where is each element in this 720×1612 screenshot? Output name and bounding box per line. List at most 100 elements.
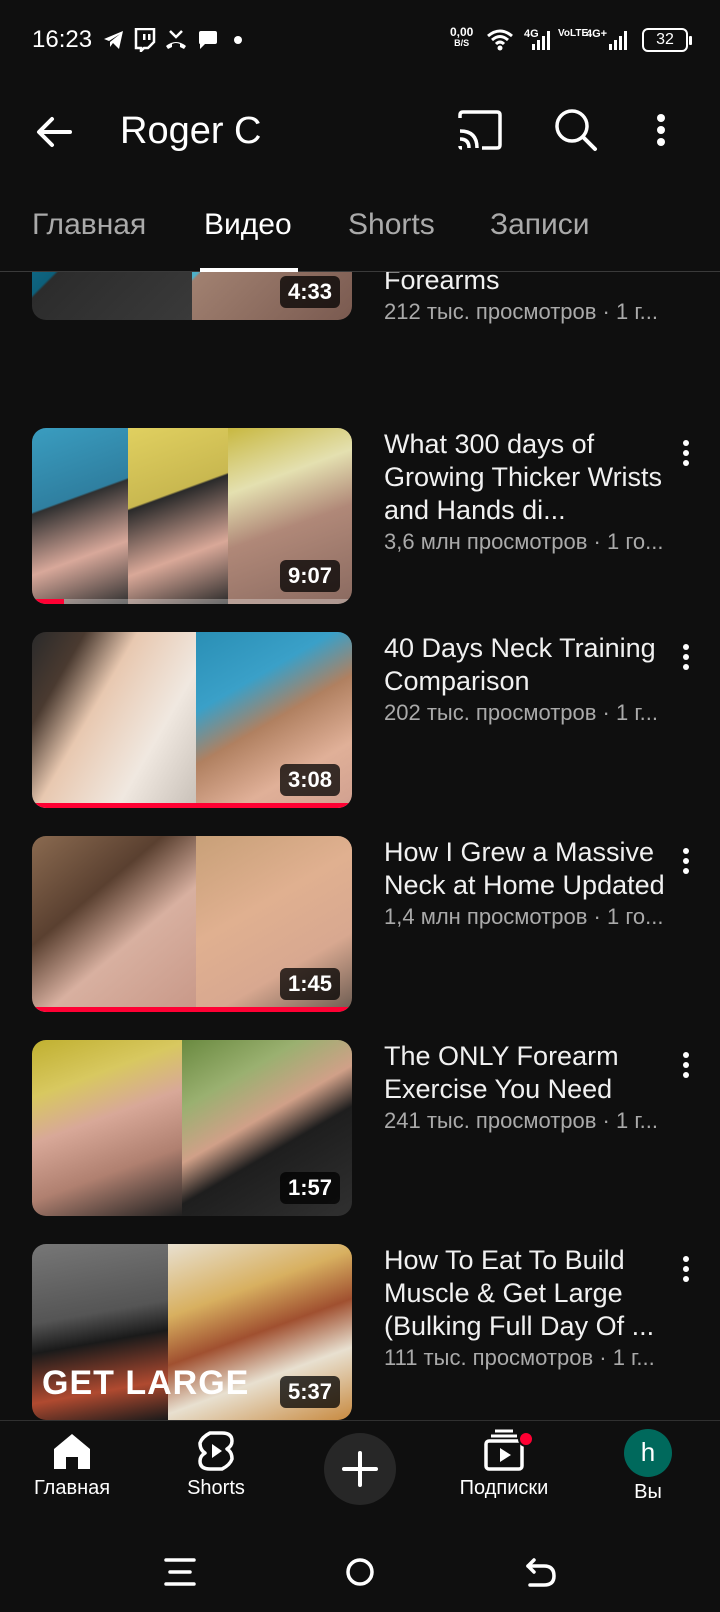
thumbnail-image [32, 1040, 182, 1216]
channel-app-bar: Roger C [0, 80, 720, 180]
video-thumbnail[interactable]: 1:57 [32, 1040, 352, 1216]
status-bar: 16:23 0,00 B/S 4G VoLTE 4G+ 32 [0, 0, 720, 80]
video-title[interactable]: How I Grew a Massive Neck at Home Update… [384, 836, 686, 902]
nav-shorts-label: Shorts [187, 1477, 245, 1499]
video-duration: 3:08 [279, 764, 340, 796]
list-item[interactable]: 9:07 What 300 days of Growing Thicker Wr… [0, 428, 720, 608]
video-info[interactable]: What 300 days of Growing Thicker Wrists … [384, 428, 686, 555]
list-item[interactable]: GET LARGE 5:37 How To Eat To Build Muscl… [0, 1244, 720, 1420]
video-info[interactable]: 40 Days Neck Training Comparison 202 тыс… [384, 632, 686, 726]
video-duration: 5:37 [279, 1376, 340, 1408]
thumbnail-image [32, 272, 192, 320]
subscriptions-icon-wrap [444, 1429, 564, 1473]
net-speed: 0,00 B/S [450, 26, 473, 48]
telegram-icon [102, 28, 126, 52]
volte-label: VoLTE [558, 28, 589, 39]
list-item[interactable]: 1:57 The ONLY Forearm Exercise You Need … [0, 1040, 720, 1220]
back-icon[interactable] [520, 1552, 560, 1597]
tab-posts[interactable]: Записи [490, 208, 590, 242]
nav-home-label: Главная [33, 1477, 111, 1499]
watch-progress [32, 1007, 352, 1012]
video-thumbnail[interactable]: 4:33 [32, 272, 352, 320]
more-vert-icon[interactable] [674, 640, 698, 674]
video-info[interactable]: Forearms 212 тыс. просмотров · 1 г... [384, 272, 686, 325]
video-thumbnail[interactable]: 1:45 [32, 836, 352, 1012]
plus-icon [342, 1451, 378, 1487]
more-vert-icon[interactable] [646, 104, 676, 156]
video-thumbnail[interactable]: 9:07 [32, 428, 352, 604]
chat-icon [196, 28, 220, 52]
notification-badge [518, 1431, 534, 1447]
thumbnail-image [32, 632, 196, 808]
avatar: h [624, 1429, 672, 1477]
video-title[interactable]: How To Eat To Build Muscle & Get Large (… [384, 1244, 686, 1343]
video-meta: 202 тыс. просмотров · 1 г... [384, 700, 659, 725]
recents-icon[interactable] [160, 1552, 200, 1597]
video-thumbnail[interactable]: GET LARGE 5:37 [32, 1244, 352, 1420]
more-vert-icon[interactable] [674, 1048, 698, 1082]
video-info[interactable]: How I Grew a Massive Neck at Home Update… [384, 836, 686, 930]
system-navigation-bar [0, 1532, 720, 1612]
tab-home[interactable]: Главная [32, 208, 146, 242]
video-meta: 241 тыс. просмотров · 1 г... [384, 1108, 659, 1133]
watch-progress [32, 599, 64, 604]
tab-videos[interactable]: Видео [204, 208, 292, 242]
nav-subscriptions[interactable]: Подписки [444, 1429, 564, 1500]
video-meta: 3,6 млн просмотров · 1 го... [384, 529, 664, 554]
more-vert-icon[interactable] [674, 844, 698, 878]
create-button[interactable] [324, 1433, 396, 1505]
missed-call-icon [164, 28, 188, 52]
wifi-icon [486, 28, 514, 52]
video-info[interactable]: How To Eat To Build Muscle & Get Large (… [384, 1244, 686, 1371]
list-item[interactable]: 4:33 Forearms 212 тыс. просмотров · 1 г.… [0, 272, 720, 324]
video-info[interactable]: The ONLY Forearm Exercise You Need 241 т… [384, 1040, 686, 1134]
watch-progress [32, 803, 352, 808]
list-item[interactable]: 1:45 How I Grew a Massive Neck at Home U… [0, 836, 720, 1016]
video-duration: 1:45 [279, 968, 340, 1000]
nav-home[interactable]: Главная [12, 1429, 132, 1500]
nav-shorts[interactable]: Shorts [156, 1429, 276, 1500]
status-time: 16:23 [32, 26, 93, 53]
net-speed-value: 0,00 [450, 25, 474, 39]
search-icon[interactable] [550, 104, 602, 156]
channel-title: Roger C [120, 110, 262, 152]
video-meta: 1,4 млн просмотров · 1 го... [384, 904, 664, 929]
thumbnail-image [128, 428, 228, 604]
dot-icon [232, 28, 244, 52]
signal-icon-1 [530, 28, 552, 52]
bottom-navigation: Главная Shorts Подписки h Вы [0, 1420, 720, 1532]
battery-indicator: 32 [642, 28, 692, 52]
video-meta: 111 тыс. просмотров · 1 г... [384, 1345, 655, 1370]
network-label-3: 4G+ [586, 28, 608, 40]
thumbnail-image [32, 836, 196, 1012]
more-vert-icon[interactable] [674, 436, 698, 470]
cast-icon[interactable] [454, 104, 506, 156]
nav-subscriptions-label: Подписки [459, 1477, 549, 1499]
tab-shorts[interactable]: Shorts [348, 208, 435, 242]
net-speed-unit: B/S [454, 38, 470, 48]
video-title[interactable]: Forearms [384, 272, 686, 297]
thumbnail-image [32, 428, 128, 604]
video-meta: 212 тыс. просмотров · 1 г... [384, 299, 659, 324]
back-arrow-icon[interactable] [30, 106, 82, 158]
nav-you[interactable]: h Вы [588, 1429, 708, 1504]
video-duration: 1:57 [279, 1172, 340, 1204]
list-item[interactable]: 3:08 40 Days Neck Training Comparison 20… [0, 632, 720, 812]
watch-progress-track [32, 599, 352, 604]
video-thumbnail[interactable]: 3:08 [32, 632, 352, 808]
home-icon [54, 1434, 90, 1469]
thumbnail-text: GET LARGE [42, 1364, 250, 1402]
nav-you-label: Вы [634, 1481, 662, 1503]
shorts-icon [198, 1431, 234, 1471]
video-title[interactable]: 40 Days Neck Training Comparison [384, 632, 686, 698]
more-vert-icon[interactable] [674, 1252, 698, 1286]
video-title[interactable]: The ONLY Forearm Exercise You Need [384, 1040, 686, 1106]
video-duration: 4:33 [279, 276, 340, 308]
home-circle-icon[interactable] [340, 1552, 380, 1597]
signal-icon-2 [608, 28, 630, 52]
video-title[interactable]: What 300 days of Growing Thicker Wrists … [384, 428, 686, 527]
video-list[interactable]: 4:33 Forearms 212 тыс. просмотров · 1 г.… [0, 272, 720, 1420]
video-duration: 9:07 [279, 560, 340, 592]
channel-tabs: Главная Видео Shorts Записи [0, 190, 720, 272]
twitch-icon [134, 27, 156, 55]
